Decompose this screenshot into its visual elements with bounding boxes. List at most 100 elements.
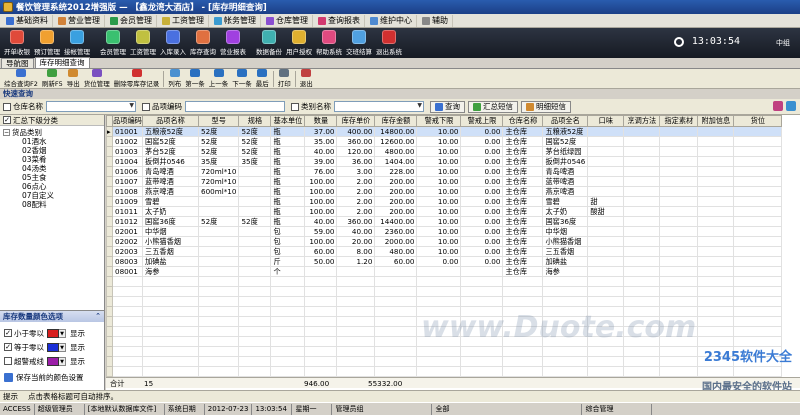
query-toolbar-button-10[interactable]: 最后 bbox=[254, 69, 271, 88]
tree-root[interactable]: − 货品类别 bbox=[3, 128, 104, 137]
category-select[interactable] bbox=[334, 101, 424, 112]
toolbar-button-7[interactable]: 库存查询 bbox=[188, 28, 218, 58]
tab-1[interactable]: 库存明细查询 bbox=[34, 57, 90, 68]
query-toolbar-button-4[interactable]: 删除零库存记录 bbox=[112, 69, 162, 88]
color-swatch[interactable] bbox=[47, 342, 59, 352]
toolbar-button-11[interactable]: 用户授权 bbox=[284, 28, 314, 58]
query-toolbar-button-14[interactable]: 退出 bbox=[298, 69, 315, 88]
table-row[interactable]: 02002 小熊猫香烟包 100.00 20.00 2000.00 10.00 0.00 主仓… bbox=[106, 236, 783, 247]
toolbar-button-2[interactable]: 接帐管理 bbox=[62, 28, 92, 58]
tree-item[interactable]: 07自定义 bbox=[3, 191, 104, 200]
column-header[interactable]: 型号 bbox=[197, 115, 240, 127]
table-row[interactable]: 08003 加碘盐斤 50.00 1.20 60.00 0.00 0.00 主仓库 加碘盐 bbox=[106, 256, 783, 267]
table-row[interactable]: 08001 海参个主仓库 海参 bbox=[106, 266, 783, 277]
summary-checkbox[interactable]: ✓ bbox=[3, 116, 11, 124]
warehouse-checkbox[interactable] bbox=[3, 102, 11, 111]
query-toolbar-button-0[interactable]: 综合查询F2 bbox=[2, 69, 40, 88]
column-header[interactable]: 仓库名称 bbox=[502, 115, 544, 127]
table-row[interactable] bbox=[106, 336, 783, 347]
table-row[interactable]: 01008 燕京啤酒 600ml*10 瓶 100.00 2.00 200.00 10.00 0… bbox=[106, 186, 783, 197]
toolbar-button-12[interactable]: 帮助系统 bbox=[314, 28, 344, 58]
category-checkbox[interactable] bbox=[291, 102, 299, 111]
color-row-checkbox[interactable]: ✓ bbox=[4, 329, 12, 337]
summary-sms-button[interactable]: 汇总短信 bbox=[468, 100, 518, 113]
color-row-checkbox[interactable] bbox=[4, 357, 12, 365]
column-header[interactable]: 指定素材 bbox=[659, 115, 699, 127]
table-row[interactable]: 01002 国窖52度 52度 52度瓶 35.00 360.00 12600.00 10.0… bbox=[106, 136, 783, 147]
color-swatch[interactable] bbox=[47, 356, 59, 366]
table-row[interactable]: 01004 扳倒井0546 35度 35度瓶 39.00 36.00 1404.00 10.0… bbox=[106, 156, 783, 167]
column-header[interactable]: 品项编码 bbox=[112, 115, 143, 127]
tree-item[interactable]: 05主食 bbox=[3, 173, 104, 182]
menu-item-6[interactable]: 查询报表 bbox=[314, 14, 365, 27]
menu-item-8[interactable]: 辅助 bbox=[418, 14, 453, 27]
column-header[interactable]: 品项全名 bbox=[542, 115, 589, 127]
detail-sms-button[interactable]: 明细短信 bbox=[521, 100, 571, 113]
code-checkbox[interactable] bbox=[142, 102, 150, 111]
query-toolbar-button-9[interactable]: 下一条 bbox=[230, 69, 254, 88]
column-header[interactable]: 口味 bbox=[587, 115, 625, 127]
column-header[interactable]: 库存金额 bbox=[374, 115, 418, 127]
code-input[interactable] bbox=[185, 101, 285, 112]
table-row[interactable]: 02003 三五香烟包 60.00 8.00 480.00 10.00 0.00 主仓库 三五香… bbox=[106, 246, 783, 257]
toolbar-button-8[interactable]: 营业报表 bbox=[218, 28, 248, 58]
menu-item-5[interactable]: 仓库管理 bbox=[262, 14, 313, 27]
query-button[interactable]: 查询 bbox=[430, 100, 465, 113]
query-toolbar-button-1[interactable]: 刷新F5 bbox=[40, 69, 65, 88]
table-row[interactable] bbox=[106, 276, 783, 287]
menu-item-1[interactable]: 营业管理 bbox=[54, 14, 105, 27]
table-row[interactable] bbox=[106, 366, 783, 377]
tree-item[interactable]: 04汤类 bbox=[3, 164, 104, 173]
collapse-icon[interactable]: − bbox=[3, 129, 10, 136]
tree-item[interactable]: 03菜肴 bbox=[3, 155, 104, 164]
table-row[interactable] bbox=[106, 306, 783, 317]
toolbar-button-1[interactable]: 预订管理 bbox=[32, 28, 62, 58]
table-row[interactable]: 01012 国窖36度 52度 52度瓶 40.00 360.00 14400.00 10.0… bbox=[106, 216, 783, 227]
warehouse-select[interactable] bbox=[46, 101, 136, 112]
column-header[interactable]: 基本单位 bbox=[270, 115, 306, 127]
menu-item-4[interactable]: 帐务管理 bbox=[210, 14, 261, 27]
color-dropdown-icon[interactable]: ▼ bbox=[59, 356, 66, 366]
toolbar-button-13[interactable]: 交班结算 bbox=[344, 28, 374, 58]
menu-item-2[interactable]: 会员管理 bbox=[106, 14, 157, 27]
table-row[interactable]: 01003 茅台52度 52度 52度瓶 40.00 120.00 4800.00 10.00… bbox=[106, 146, 783, 157]
color-swatch[interactable] bbox=[47, 328, 59, 338]
tree-item[interactable]: 01酒水 bbox=[3, 137, 104, 146]
query-toolbar-button-8[interactable]: 上一条 bbox=[207, 69, 231, 88]
table-row[interactable]: 01007 蓝带啤酒 720ml*10 瓶 100.00 2.00 200.00 10.00 0… bbox=[106, 176, 783, 187]
column-header[interactable]: 库存单价 bbox=[336, 115, 376, 127]
toolbar-button-6[interactable]: 入库录入 bbox=[158, 28, 188, 58]
table-row[interactable]: 01009 雪碧瓶 100.00 2.00 200.00 10.00 0.00 主仓库 雪碧甜 bbox=[106, 196, 783, 207]
tab-0[interactable]: 导航图 bbox=[1, 58, 34, 68]
tree-item[interactable]: 02香烟 bbox=[3, 146, 104, 155]
summary-subcategories[interactable]: ✓ 汇总下级分类 bbox=[0, 115, 104, 126]
save-colors-row[interactable]: 保存当前的颜色设置 bbox=[4, 371, 84, 383]
table-row[interactable] bbox=[106, 316, 783, 327]
palette-icon[interactable] bbox=[773, 101, 783, 111]
toolbar-button-0[interactable]: 开单收银 bbox=[2, 28, 32, 58]
toolbar-button-4[interactable]: 会员管理 bbox=[98, 28, 128, 58]
table-row[interactable]: ▸ 01001 五粮液52度 52度 52度瓶 37.00 400.00 14800.00 10… bbox=[106, 126, 783, 137]
tree-item[interactable]: 06点心 bbox=[3, 182, 104, 191]
color-row-checkbox[interactable]: ✓ bbox=[4, 343, 12, 351]
column-header[interactable]: 烹调方法 bbox=[623, 115, 661, 127]
table-row[interactable] bbox=[106, 346, 783, 357]
color-dropdown-icon[interactable]: ▼ bbox=[59, 342, 66, 352]
column-header[interactable]: 警戒下限 bbox=[416, 115, 462, 127]
column-header[interactable]: 数量 bbox=[304, 115, 338, 127]
menu-item-0[interactable]: 基础资料 bbox=[2, 14, 53, 27]
toolbar-button-5[interactable]: 工资管理 bbox=[128, 28, 158, 58]
table-row[interactable]: 01011 太子奶瓶 100.00 2.00 200.00 10.00 0.00 主仓库 太子奶… bbox=[106, 206, 783, 217]
column-header[interactable]: 规格 bbox=[238, 115, 272, 127]
query-toolbar-button-3[interactable]: 货位管理 bbox=[82, 69, 112, 88]
table-row[interactable] bbox=[106, 286, 783, 297]
query-toolbar-button-6[interactable]: 列布 bbox=[166, 69, 183, 88]
toolbar-button-10[interactable]: 数据备份 bbox=[254, 28, 284, 58]
menu-item-7[interactable]: 维护中心 bbox=[366, 14, 417, 27]
table-row[interactable] bbox=[106, 356, 783, 367]
table-row[interactable] bbox=[106, 296, 783, 307]
toolbar-button-14[interactable]: 退出系统 bbox=[374, 28, 404, 58]
column-header[interactable]: 品项名称 bbox=[142, 115, 199, 127]
table-row[interactable]: 01006 青岛啤酒 720ml*10 瓶 76.00 3.00 228.00 10.00 0.… bbox=[106, 166, 783, 177]
query-toolbar-button-2[interactable]: 导出 bbox=[65, 69, 82, 88]
